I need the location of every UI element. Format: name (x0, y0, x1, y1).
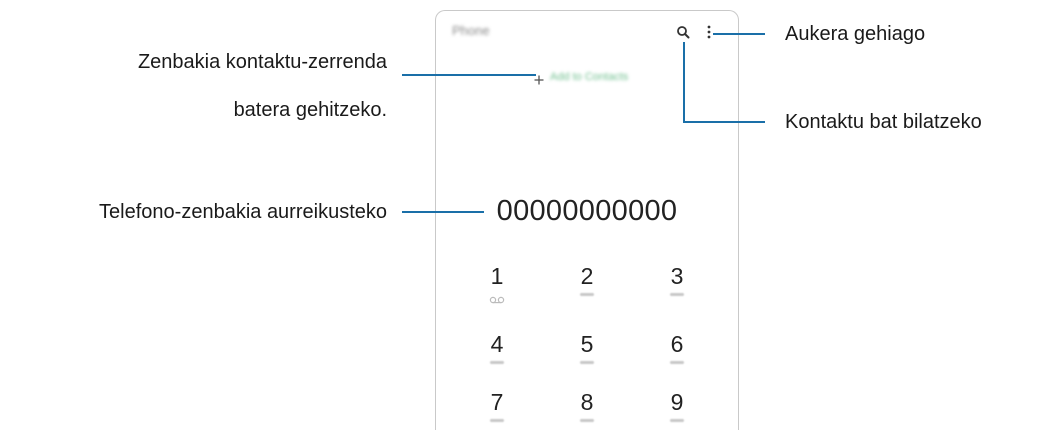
key-letters (490, 361, 504, 364)
callout-more-options: Aukera gehiago (785, 23, 926, 45)
key-6[interactable]: 6 (647, 331, 707, 364)
callout-line-more-options (713, 33, 765, 35)
key-digit: 9 (670, 389, 684, 415)
key-letters (580, 361, 594, 364)
key-9[interactable]: 9 (647, 389, 707, 422)
key-4[interactable]: 4 (467, 331, 527, 364)
key-letters (490, 419, 504, 422)
phone-screen: Phone Add to Contacts 00000000000 1 2 3 … (435, 10, 739, 430)
key-digit: 2 (580, 263, 594, 289)
callout-line-search-vertical (683, 42, 685, 123)
callout-line-search-horizontal (683, 121, 765, 123)
voicemail-icon (489, 291, 505, 304)
key-2[interactable]: 2 (557, 263, 617, 296)
app-title: Phone (452, 23, 490, 38)
key-letters (670, 419, 684, 422)
add-to-contacts-button[interactable]: Add to Contacts (534, 69, 628, 85)
key-3[interactable]: 3 (647, 263, 707, 296)
key-digit: 5 (580, 331, 594, 357)
callout-preview: Telefono-zenbakia aurreikusteko (99, 201, 387, 223)
key-7[interactable]: 7 (467, 389, 527, 422)
key-letters (670, 361, 684, 364)
callout-line-preview (402, 211, 484, 213)
callout-search: Kontaktu bat bilatzeko (785, 111, 982, 133)
add-to-contacts-label: Add to Contacts (550, 71, 629, 83)
key-5[interactable]: 5 (557, 331, 617, 364)
key-letters (580, 419, 594, 422)
key-digit: 4 (490, 331, 504, 357)
key-1[interactable]: 1 (467, 263, 527, 304)
key-8[interactable]: 8 (557, 389, 617, 422)
search-icon[interactable] (676, 25, 690, 39)
callout-add-contact-line2: batera gehitzeko. (233, 99, 387, 121)
key-digit: 7 (490, 389, 504, 415)
callout-add-contact-line1: Zenbakia kontaktu-zerrenda (137, 51, 387, 73)
key-digit: 1 (490, 263, 504, 289)
key-digit: 6 (670, 331, 684, 357)
key-letters (670, 293, 684, 296)
key-digit: 8 (580, 389, 594, 415)
key-letters (580, 293, 594, 296)
more-options-icon[interactable] (705, 24, 713, 40)
callout-line-add-contact (402, 74, 536, 76)
key-digit: 3 (670, 263, 684, 289)
